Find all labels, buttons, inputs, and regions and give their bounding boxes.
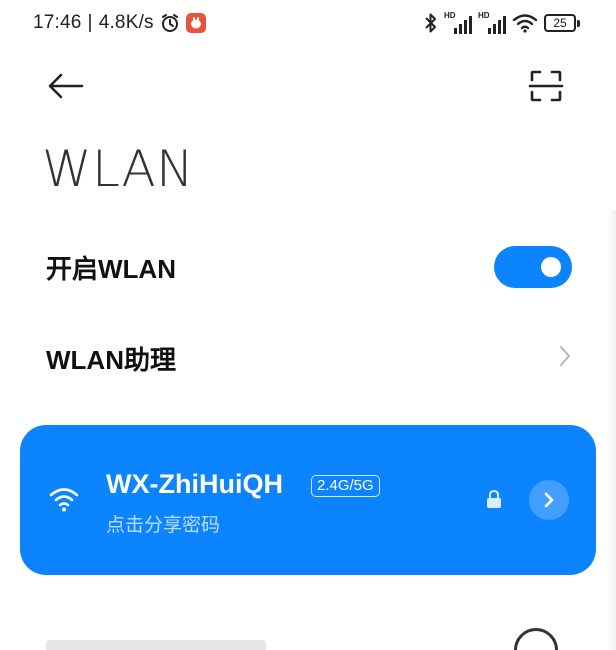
- status-right: HD HD 25: [424, 11, 580, 34]
- scan-icon: [528, 70, 564, 102]
- wifi-status-icon: [512, 13, 538, 33]
- wlan-toggle-switch[interactable]: [494, 246, 572, 288]
- alarm-icon: [160, 13, 180, 33]
- hd-signal-icon: HD: [478, 11, 506, 34]
- chevron-right-icon: [558, 344, 572, 373]
- lock-icon: [485, 488, 503, 510]
- back-button[interactable]: [46, 70, 86, 102]
- page-title: WLAN: [42, 140, 195, 198]
- status-left: 17:46 | 4.8K/s: [33, 12, 206, 34]
- network-detail-button[interactable]: [529, 480, 569, 520]
- app-notification-icon: [185, 13, 206, 33]
- scroll-edge-shadow: [608, 210, 616, 650]
- battery-level: 25: [544, 14, 576, 32]
- wlan-toggle-row[interactable]: 开启WLAN: [0, 232, 616, 302]
- status-net-speed: 4.8K/s: [98, 12, 154, 33]
- wlan-assistant-label: WLAN助理: [46, 344, 176, 375]
- arrow-left-icon: [48, 73, 84, 99]
- band-badge: 2.4G/5G: [311, 475, 380, 497]
- status-bar: 17:46 | 4.8K/s HD HD 25: [0, 0, 616, 46]
- network-ssid: WX-ZhiHuiQH: [106, 469, 283, 499]
- partial-item-icon: [514, 628, 558, 650]
- scan-button[interactable]: [528, 68, 564, 104]
- chevron-right-icon: [544, 492, 554, 508]
- connected-network-card[interactable]: WX-ZhiHuiQH 2.4G/5G 点击分享密码: [20, 425, 596, 575]
- bluetooth-icon: [424, 12, 438, 34]
- hd-signal-icon: HD: [444, 11, 472, 34]
- partial-list-item: [46, 640, 286, 650]
- wlan-assistant-row[interactable]: WLAN助理: [0, 323, 616, 393]
- share-password-hint: 点击分享密码: [106, 515, 221, 536]
- wifi-icon: [48, 485, 80, 513]
- wlan-settings-screen: 17:46 | 4.8K/s HD HD 25 WLAN 开启WLAN WLAN…: [0, 0, 616, 650]
- status-time: 17:46: [33, 12, 82, 33]
- toggle-knob: [541, 257, 561, 277]
- battery-icon: 25: [544, 14, 580, 32]
- status-separator: |: [87, 12, 93, 33]
- wlan-toggle-label: 开启WLAN: [46, 253, 176, 284]
